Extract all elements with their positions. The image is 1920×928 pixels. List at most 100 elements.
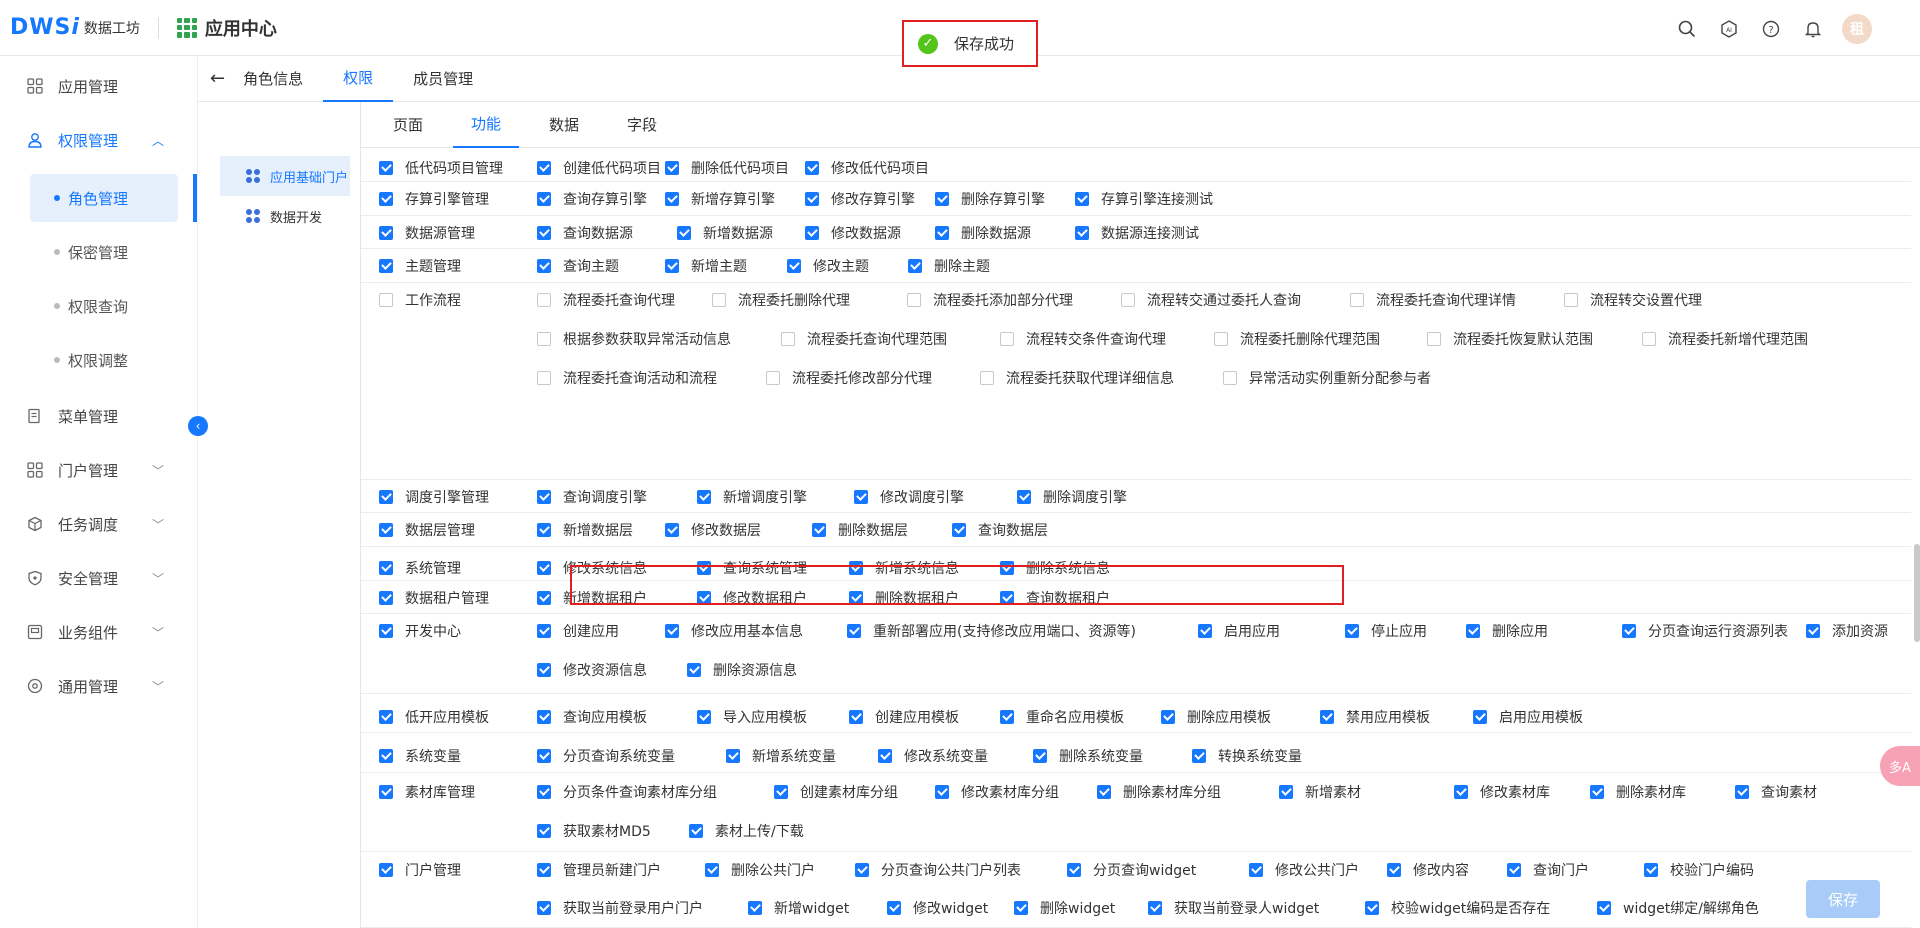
permission-item-checkbox[interactable]: 修改数据租户 xyxy=(697,588,807,608)
checkbox-checked-icon[interactable] xyxy=(537,226,551,240)
permission-item-checkbox[interactable]: 修改数据层 xyxy=(665,520,761,540)
permission-item-checkbox[interactable]: 创建应用模板 xyxy=(849,707,959,727)
checkbox-unchecked-icon[interactable] xyxy=(1214,332,1228,346)
permission-item-checkbox[interactable]: 删除系统信息 xyxy=(1000,558,1110,578)
permission-item-checkbox[interactable]: 流程委托查询代理详情 xyxy=(1350,290,1516,310)
checkbox-checked-icon[interactable] xyxy=(665,161,679,175)
permission-item-checkbox[interactable]: 删除数据源 xyxy=(935,223,1031,243)
permission-item-checkbox[interactable]: 停止应用 xyxy=(1345,621,1427,641)
permission-item-checkbox[interactable]: 流程转交通过委托人查询 xyxy=(1121,290,1301,310)
permission-item-checkbox[interactable]: 创建低代码项目 xyxy=(537,158,661,178)
permission-item-checkbox[interactable]: 存算引擎连接测试 xyxy=(1075,189,1213,209)
scrollbar[interactable] xyxy=(1914,544,1920,642)
tree-item-data-dev[interactable]: 数据开发 xyxy=(220,196,350,236)
permission-item-checkbox[interactable]: 流程委托删除代理范围 xyxy=(1214,329,1380,349)
permission-item-checkbox[interactable]: 删除资源信息 xyxy=(687,660,797,680)
permission-category-checkbox[interactable]: 门户管理 xyxy=(379,860,461,880)
permission-item-checkbox[interactable]: 修改主题 xyxy=(787,256,869,276)
checkbox-checked-icon[interactable] xyxy=(379,710,393,724)
permission-item-checkbox[interactable]: 修改素材库分组 xyxy=(935,782,1059,802)
sidebar-item-permission-management[interactable]: 权限管理 ︿ xyxy=(0,116,198,164)
avatar[interactable]: 租 xyxy=(1842,14,1872,44)
checkbox-checked-icon[interactable] xyxy=(379,624,393,638)
checkbox-checked-icon[interactable] xyxy=(537,591,551,605)
checkbox-checked-icon[interactable] xyxy=(537,663,551,677)
checkbox-checked-icon[interactable] xyxy=(697,710,711,724)
checkbox-checked-icon[interactable] xyxy=(935,226,949,240)
permission-item-checkbox[interactable]: 重新部署应用(支持修改应用端口、资源等) xyxy=(847,621,1136,641)
checkbox-checked-icon[interactable] xyxy=(854,490,868,504)
permission-item-checkbox[interactable]: 修改系统变量 xyxy=(878,746,988,766)
checkbox-checked-icon[interactable] xyxy=(379,863,393,877)
permission-category-checkbox[interactable]: 数据层管理 xyxy=(379,520,475,540)
checkbox-checked-icon[interactable] xyxy=(1345,624,1359,638)
checkbox-unchecked-icon[interactable] xyxy=(537,371,551,385)
permission-item-checkbox[interactable]: 流程转交设置代理 xyxy=(1564,290,1702,310)
checkbox-checked-icon[interactable] xyxy=(887,901,901,915)
subtab-data[interactable]: 数据 xyxy=(531,102,597,148)
checkbox-checked-icon[interactable] xyxy=(537,561,551,575)
checkbox-checked-icon[interactable] xyxy=(1249,863,1263,877)
sidebar-item-security-management[interactable]: 安全管理 ﹀ xyxy=(0,554,198,602)
permission-item-checkbox[interactable]: 删除存算引擎 xyxy=(935,189,1045,209)
checkbox-checked-icon[interactable] xyxy=(1454,785,1468,799)
sidebar-sub-role-management[interactable]: 角色管理 xyxy=(30,174,178,222)
permission-item-checkbox[interactable]: 修改调度引擎 xyxy=(854,487,964,507)
permission-item-checkbox[interactable]: 删除素材库分组 xyxy=(1097,782,1221,802)
sidebar-item-portal-management[interactable]: 门户管理 ﹀ xyxy=(0,446,198,494)
permission-item-checkbox[interactable]: 查询应用模板 xyxy=(537,707,647,727)
checkbox-checked-icon[interactable] xyxy=(1365,901,1379,915)
permission-item-checkbox[interactable]: 流程委托恢复默认范围 xyxy=(1427,329,1593,349)
checkbox-checked-icon[interactable] xyxy=(849,561,863,575)
permission-item-checkbox[interactable]: 流程委托查询活动和流程 xyxy=(537,368,717,388)
checkbox-checked-icon[interactable] xyxy=(665,624,679,638)
permission-item-checkbox[interactable]: 新增widget xyxy=(748,898,849,918)
checkbox-checked-icon[interactable] xyxy=(537,824,551,838)
checkbox-checked-icon[interactable] xyxy=(748,901,762,915)
checkbox-checked-icon[interactable] xyxy=(1148,901,1162,915)
permission-item-checkbox[interactable]: 删除低代码项目 xyxy=(665,158,789,178)
checkbox-checked-icon[interactable] xyxy=(665,259,679,273)
search-icon[interactable] xyxy=(1674,16,1700,42)
permission-item-checkbox[interactable]: 分页查询公共门户列表 xyxy=(855,860,1021,880)
permission-item-checkbox[interactable]: 重命名应用模板 xyxy=(1000,707,1124,727)
subtab-field[interactable]: 字段 xyxy=(609,102,675,148)
checkbox-checked-icon[interactable] xyxy=(1279,785,1293,799)
permission-item-checkbox[interactable]: 删除应用 xyxy=(1466,621,1548,641)
sidebar-sub-permission-adjust[interactable]: 权限调整 xyxy=(30,336,178,384)
help-icon[interactable]: ? xyxy=(1758,16,1784,42)
permission-item-checkbox[interactable]: 流程转交条件查询代理 xyxy=(1000,329,1166,349)
checkbox-unchecked-icon[interactable] xyxy=(712,293,726,307)
permission-item-checkbox[interactable]: 查询素材 xyxy=(1735,782,1817,802)
checkbox-checked-icon[interactable] xyxy=(379,785,393,799)
checkbox-unchecked-icon[interactable] xyxy=(1427,332,1441,346)
checkbox-checked-icon[interactable] xyxy=(697,561,711,575)
checkbox-checked-icon[interactable] xyxy=(379,561,393,575)
permission-item-checkbox[interactable]: 数据源连接测试 xyxy=(1075,223,1199,243)
tree-item-app-portal[interactable]: 应用基础门户 xyxy=(220,156,350,196)
permission-item-checkbox[interactable]: 新增数据源 xyxy=(677,223,773,243)
permission-item-checkbox[interactable]: 删除数据层 xyxy=(812,520,908,540)
permission-category-checkbox[interactable]: 开发中心 xyxy=(379,621,461,641)
checkbox-checked-icon[interactable] xyxy=(1644,863,1658,877)
checkbox-checked-icon[interactable] xyxy=(537,192,551,206)
permission-item-checkbox[interactable]: 新增系统变量 xyxy=(726,746,836,766)
permission-item-checkbox[interactable]: 新增存算引擎 xyxy=(665,189,775,209)
checkbox-checked-icon[interactable] xyxy=(379,161,393,175)
checkbox-checked-icon[interactable] xyxy=(537,749,551,763)
permission-item-checkbox[interactable]: 分页条件查询素材库分组 xyxy=(537,782,717,802)
logo[interactable]: DWSi 数据工坊 xyxy=(10,15,140,40)
checkbox-checked-icon[interactable] xyxy=(878,749,892,763)
permission-category-checkbox[interactable]: 系统管理 xyxy=(379,558,461,578)
permission-item-checkbox[interactable]: 添加资源 xyxy=(1806,621,1888,641)
checkbox-checked-icon[interactable] xyxy=(1033,749,1047,763)
checkbox-unchecked-icon[interactable] xyxy=(1000,332,1014,346)
permission-item-checkbox[interactable]: 转换系统变量 xyxy=(1192,746,1302,766)
checkbox-checked-icon[interactable] xyxy=(1097,785,1111,799)
checkbox-checked-icon[interactable] xyxy=(1000,591,1014,605)
checkbox-checked-icon[interactable] xyxy=(849,710,863,724)
checkbox-checked-icon[interactable] xyxy=(805,226,819,240)
permission-item-checkbox[interactable]: 启用应用 xyxy=(1198,621,1280,641)
permission-category-checkbox[interactable]: 数据租户管理 xyxy=(379,588,489,608)
permission-item-checkbox[interactable]: 修改公共门户 xyxy=(1249,860,1359,880)
